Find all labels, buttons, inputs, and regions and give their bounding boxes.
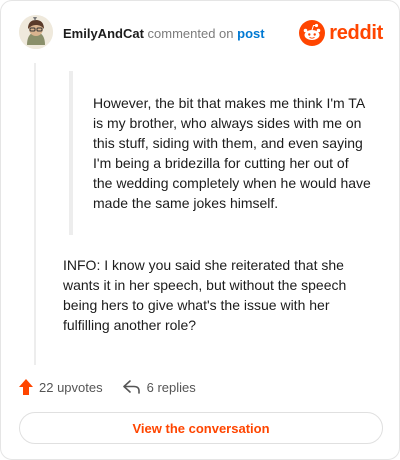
quote-text: However, the bit that makes me think I'm…	[93, 95, 371, 211]
replies-stat[interactable]: 6 replies	[122, 379, 196, 395]
comment-footer: 22 upvotes 6 replies	[19, 377, 216, 397]
thread-line	[34, 63, 36, 365]
reply-arrow-icon	[122, 380, 140, 394]
avatar-image	[19, 15, 53, 49]
upvotes-count: 22 upvotes	[39, 379, 103, 395]
replies-count: 6 replies	[146, 379, 196, 395]
upvotes-stat[interactable]: 22 upvotes	[19, 379, 103, 395]
reddit-logo[interactable]: reddit	[299, 19, 383, 47]
post-link[interactable]: post	[237, 26, 264, 41]
action-text: commented on	[143, 26, 238, 41]
username-link[interactable]: EmilyAndCat	[63, 26, 144, 41]
comment-embed-card: EmilyAndCat commented on post reddit How…	[0, 0, 400, 460]
view-conversation-button[interactable]: View the conversation	[19, 412, 383, 444]
avatar[interactable]	[19, 15, 53, 49]
reddit-wordmark: reddit	[329, 21, 383, 44]
reddit-snoo-icon	[299, 20, 326, 46]
comment-body: INFO: I know you said she reiterated tha…	[63, 257, 347, 333]
comment-meta: EmilyAndCat commented on post	[63, 26, 265, 41]
comment-header: EmilyAndCat commented on post reddit	[19, 15, 385, 53]
quoted-text-block: However, the bit that makes me think I'm…	[69, 71, 371, 235]
upvote-arrow-icon	[19, 379, 33, 395]
